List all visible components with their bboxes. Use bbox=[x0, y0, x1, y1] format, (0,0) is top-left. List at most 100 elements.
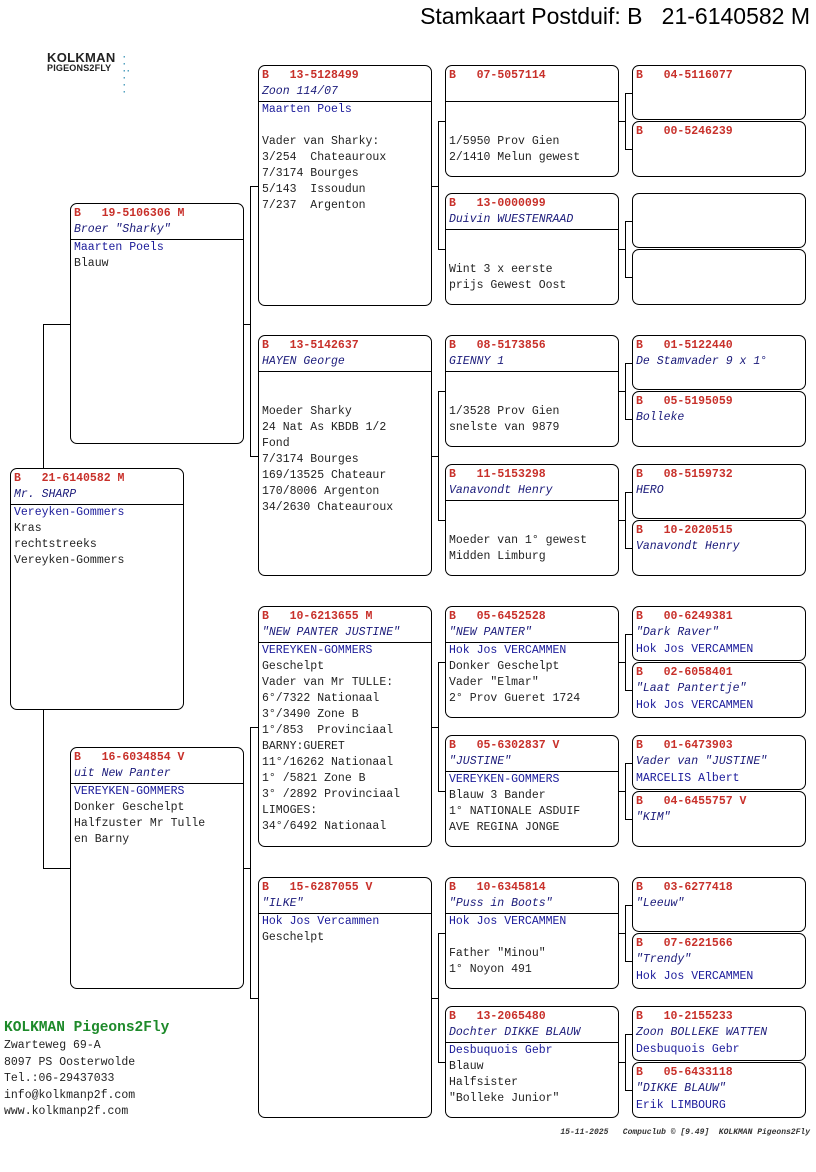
ring-number-header: B 05-6452528 bbox=[446, 607, 618, 625]
pigeon-name bbox=[633, 84, 805, 101]
ancestor-card: B 02-6058401 "Laat Pantertje" Hok Jos VER… bbox=[632, 662, 806, 718]
ring-number: 01-5122440 bbox=[663, 339, 733, 352]
connector-line bbox=[438, 520, 445, 521]
breeder-name: Desbuquois Gebr bbox=[636, 1043, 740, 1056]
pigeon-note: 24 Nat As KBDB 1/2 bbox=[262, 421, 387, 434]
pigeon-note: Halfzuster Mr Tulle bbox=[74, 817, 206, 830]
ancestor-card: B 01-5122440 De Stamvader 9 x 1° bbox=[632, 335, 806, 390]
breeder-name: Hok Jos VERCAMMEN bbox=[449, 644, 567, 657]
ring-number-header: B 10-6345814 bbox=[446, 878, 618, 896]
ring-number: 03-6277418 bbox=[663, 881, 733, 894]
pigeon-note: Midden Limburg bbox=[449, 550, 546, 563]
brand-name: KOLKMAN Pigeons2Fly bbox=[4, 1020, 170, 1036]
pigeon-note: BARNY:GUERET bbox=[262, 740, 345, 753]
print-footer: 15-11-2025 Compuclub © [9.49] KOLKMAN Pi… bbox=[560, 1128, 810, 1137]
connector-line bbox=[625, 1033, 626, 1090]
connector-line bbox=[438, 662, 445, 663]
connector-line bbox=[432, 185, 438, 187]
ring-number-header: B 05-5195059 bbox=[633, 392, 805, 410]
pigeon-name: "Trendy" bbox=[636, 953, 692, 966]
ring-number-header: B 10-2155233 bbox=[633, 1007, 805, 1025]
address-line: 8097 PS Oosterwolde bbox=[4, 1055, 136, 1069]
pigeon-name: De Stamvader 9 x 1° bbox=[636, 355, 768, 368]
breeder-name: VEREYKEN-GOMMERS bbox=[262, 644, 373, 657]
connector-line bbox=[619, 1062, 625, 1063]
country-prefix: B bbox=[636, 339, 643, 352]
country-prefix: B bbox=[636, 666, 643, 679]
connector-line bbox=[619, 121, 625, 122]
country-prefix: B bbox=[636, 69, 643, 82]
ancestor-card: B 03-6277418 "Leeuw" bbox=[632, 877, 806, 932]
ancestor-card: B 15-6287055 V "ILKE" Hok Jos Vercammen Ges… bbox=[258, 877, 432, 1118]
pigeon-note: 7/3174 Bourges bbox=[262, 167, 359, 180]
ring-number-header: B 16-6034854 V bbox=[71, 748, 243, 766]
ring-number: 05-6433118 bbox=[663, 1066, 733, 1079]
ring-number-header: B 03-6277418 bbox=[633, 878, 805, 896]
pigeon-name: Bolleke bbox=[636, 411, 685, 424]
ancestor-card bbox=[632, 193, 806, 248]
connector-line bbox=[625, 633, 626, 690]
connector-line bbox=[250, 726, 251, 998]
country-prefix: B bbox=[449, 1010, 456, 1023]
breeder-name: VEREYKEN-GOMMERS bbox=[449, 773, 560, 786]
ring-number: 16-6034854 bbox=[101, 751, 171, 764]
connector-line bbox=[625, 419, 632, 420]
pigeon-note: 3/254 Chateauroux bbox=[262, 151, 387, 164]
pigeon-name: "Puss in Boots" bbox=[446, 896, 618, 914]
country-prefix: B bbox=[449, 881, 456, 894]
breeder-name: Hok Jos Vercammen bbox=[262, 915, 380, 928]
pigeon-note: 170/8006 Argenton bbox=[262, 485, 380, 498]
country-prefix: B bbox=[262, 69, 269, 82]
breeder-name: Hok Jos VERCAMMEN bbox=[636, 643, 754, 656]
ancestor-card: B 04-5116077 bbox=[632, 65, 806, 120]
pigeon-name: Vanavondt Henry bbox=[636, 540, 740, 553]
pigeon-note: AVE REGINA JONGE bbox=[449, 821, 560, 834]
ancestor-card: B 05-6433118 "DIKKE BLAUW" Erik LIMBOURG bbox=[632, 1062, 806, 1118]
ring-number-header: B 19-5106306 M bbox=[71, 204, 243, 222]
country-prefix: B bbox=[74, 207, 81, 220]
connector-line bbox=[43, 323, 70, 325]
connector-line bbox=[250, 185, 251, 456]
ring-number: 10-6213655 bbox=[289, 610, 359, 623]
sex-marker: M bbox=[117, 472, 125, 485]
pigeon-note: 169/13525 Chateaur bbox=[262, 469, 387, 482]
breeder-name bbox=[446, 372, 618, 388]
country-prefix: B bbox=[449, 610, 456, 623]
ring-number: 10-6345814 bbox=[476, 881, 546, 894]
pigeon-note: Blauw bbox=[449, 1060, 484, 1073]
ring-number-header: B 04-5116077 bbox=[633, 66, 805, 84]
pigeon-note: Donker Geschelpt bbox=[449, 660, 560, 673]
country-prefix: B bbox=[636, 881, 643, 894]
connector-line bbox=[438, 121, 439, 249]
pigeon-name: "DIKKE BLAUW" bbox=[636, 1082, 726, 1095]
country-prefix: B bbox=[449, 197, 456, 210]
breeder-name: VEREYKEN-GOMMERS bbox=[74, 785, 185, 798]
breeder-name: Hok Jos VERCAMMEN bbox=[636, 970, 754, 983]
ring-number-header: B 01-6473903 bbox=[633, 736, 805, 754]
ring-number: 10-2155233 bbox=[663, 1010, 733, 1023]
connector-line bbox=[438, 933, 445, 934]
pigeon-note: 1° /5821 Zone B bbox=[262, 772, 366, 785]
connector-line bbox=[625, 548, 632, 549]
ancestor-card: B 05-5195059 Bolleke bbox=[632, 391, 806, 447]
address-line: Zwarteweg 69-A bbox=[4, 1039, 101, 1052]
connector-line bbox=[438, 391, 439, 520]
breeder-name bbox=[633, 427, 805, 443]
pigeon-name: "NEW PANTER" bbox=[446, 625, 618, 643]
country-prefix: B bbox=[449, 339, 456, 352]
country-prefix: B bbox=[262, 610, 269, 623]
ancestor-card: B 16-6034854 Vuit New Panter VEREYKEN-GOM… bbox=[70, 747, 244, 989]
pigeon-name: "JUSTINE" bbox=[446, 754, 618, 772]
ancestor-card: B 10-2020515 Vanavondt Henry bbox=[632, 520, 806, 576]
country-prefix: B bbox=[449, 69, 456, 82]
connector-line bbox=[625, 92, 626, 149]
connector-line bbox=[625, 491, 632, 493]
ring-number-header: B 00-5246239 bbox=[633, 122, 805, 140]
connector-line bbox=[625, 92, 632, 94]
pigeon-note: 1° Noyon 491 bbox=[449, 963, 532, 976]
ring-number: 05-6452528 bbox=[476, 610, 546, 623]
pigeon-name: Zoon 114/07 bbox=[259, 84, 431, 102]
pigeon-note: Geschelpt bbox=[262, 931, 325, 944]
breeder-name bbox=[446, 102, 618, 118]
connector-line bbox=[625, 149, 632, 150]
